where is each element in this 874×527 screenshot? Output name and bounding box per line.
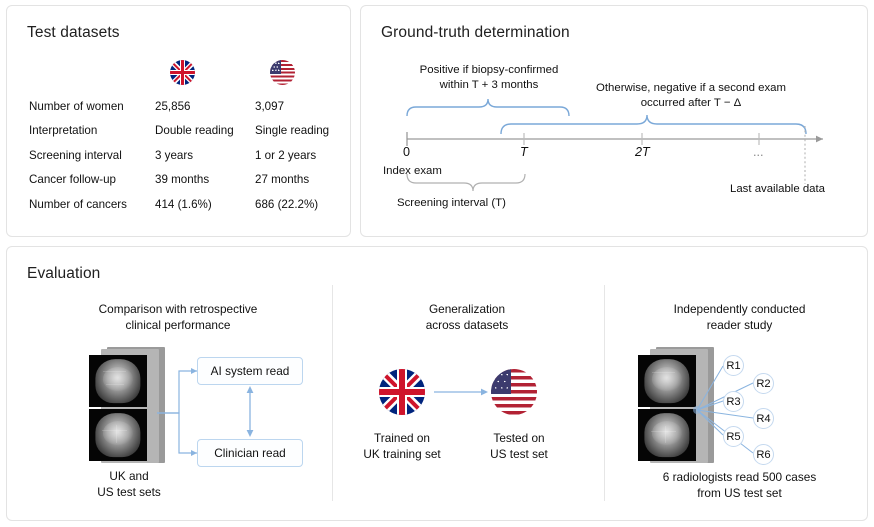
datasets-table: Number of women 25,856 3,097 Interpretat…: [29, 94, 365, 217]
table-row: Cancer follow-up 39 months 27 months: [29, 168, 365, 193]
row-uk-value: 3 years: [155, 149, 255, 162]
last-available-data-label: Last available data: [730, 183, 825, 195]
axis-arrow-icon: [816, 136, 823, 143]
index-exam-label: Index exam: [383, 165, 442, 177]
positive-brace-icon: [407, 99, 569, 116]
tick-label-ellipsis: ...: [753, 145, 764, 159]
reader-circle-r2: R2: [753, 373, 774, 394]
tick-label-2T: 2T: [635, 145, 650, 159]
ground-truth-panel: Ground-truth determination Positive if b…: [360, 5, 868, 237]
us-flag-icon: [270, 60, 295, 85]
evaluation-panel: Evaluation Comparison with retrospective…: [6, 246, 868, 521]
reader-circle-r4: R4: [753, 408, 774, 429]
row-label: Number of cancers: [29, 198, 155, 211]
row-us-value: 686 (22.2%): [255, 198, 365, 211]
test-datasets-panel: Test datasets Number of women 25,856 3,0…: [6, 5, 351, 237]
row-label: Number of women: [29, 100, 155, 113]
section3-caption-line1: 6 radiologists read 500 cases: [617, 470, 862, 486]
row-us-value: 3,097: [255, 100, 365, 113]
negative-brace-icon: [501, 115, 806, 134]
uk-flag-icon: [170, 60, 195, 85]
table-row: Interpretation Double reading Single rea…: [29, 119, 365, 144]
page-title: Test datasets: [27, 24, 120, 42]
section3-caption-line2: from US test set: [617, 486, 862, 502]
table-row: Number of cancers 414 (1.6%) 686 (22.2%): [29, 192, 365, 217]
row-label: Interpretation: [29, 124, 155, 137]
row-us-value: Single reading: [255, 124, 365, 137]
row-us-value: 1 or 2 years: [255, 149, 365, 162]
tick-label-0: 0: [403, 145, 410, 159]
tick-label-T: T: [520, 145, 528, 159]
reader-circle-r5: R5: [723, 426, 744, 447]
table-row: Number of women 25,856 3,097: [29, 94, 365, 119]
row-uk-value: 25,856: [155, 100, 255, 113]
fan-origin-dot: [693, 406, 701, 414]
row-label: Cancer follow-up: [29, 173, 155, 186]
table-row: Screening interval 3 years 1 or 2 years: [29, 143, 365, 168]
row-label: Screening interval: [29, 149, 155, 162]
fan-line-r5: [697, 410, 723, 435]
reader-circle-r1: R1: [723, 355, 744, 376]
row-uk-value: Double reading: [155, 124, 255, 137]
row-us-value: 27 months: [255, 173, 365, 186]
row-uk-value: 414 (1.6%): [155, 198, 255, 211]
reader-circle-r6: R6: [753, 444, 774, 465]
screening-interval-label: Screening interval (T): [397, 197, 506, 209]
fan-line-r3: [697, 401, 723, 410]
reader-circle-r3: R3: [723, 391, 744, 412]
row-uk-value: 39 months: [155, 173, 255, 186]
